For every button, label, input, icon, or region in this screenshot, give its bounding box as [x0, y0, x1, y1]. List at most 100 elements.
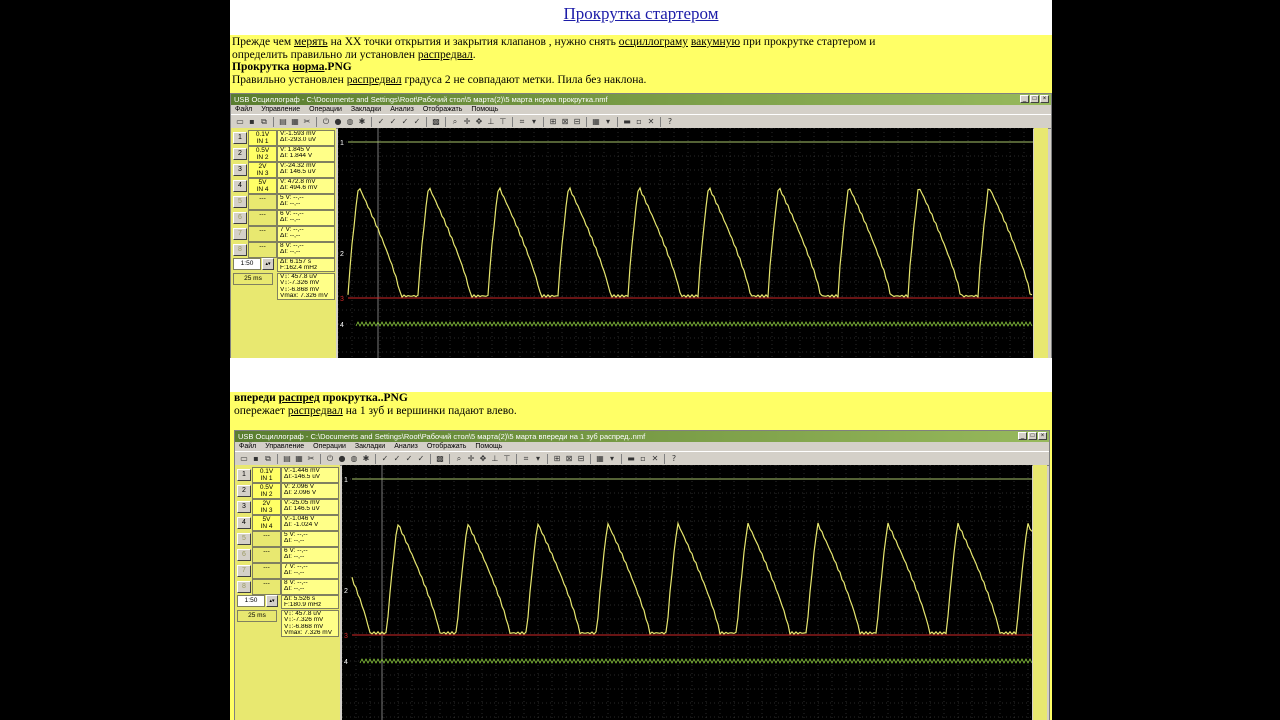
time-scale-spinner[interactable]: ▴▾ — [266, 595, 278, 607]
menu-item[interactable]: Отображать — [427, 442, 467, 451]
zoom-icon[interactable]: ⌕ — [450, 117, 460, 127]
channel-6-scale[interactable]: --- — [252, 547, 281, 563]
menu-item[interactable]: Помощь — [471, 105, 498, 114]
channel-3-button[interactable]: 3 — [233, 164, 247, 176]
channel-1-scale[interactable]: 0.1V IN 1 — [252, 467, 281, 483]
check-icon[interactable]: ✓ — [380, 454, 390, 464]
cut-icon[interactable]: ✂ — [306, 454, 316, 464]
channel-5-scale[interactable]: --- — [252, 531, 281, 547]
page-title-link[interactable]: Прокрутка стартером — [230, 4, 1052, 24]
scope-display[interactable]: 1 2 3 4 — [338, 128, 1033, 358]
cut-icon[interactable]: ✂ — [302, 117, 312, 127]
channel-5-scale[interactable]: --- — [248, 194, 277, 210]
menu-item[interactable]: Файл — [239, 442, 256, 451]
close-x-icon[interactable]: ✕ — [646, 117, 656, 127]
channel-4-scale[interactable]: 5V IN 4 — [252, 515, 281, 531]
menu-item[interactable]: Анализ — [390, 105, 414, 114]
channel-8-scale[interactable]: --- — [248, 242, 277, 258]
channel-5-button[interactable]: 5 — [237, 533, 251, 545]
check-icon[interactable]: ✓ — [376, 117, 386, 127]
stop-icon[interactable]: ⏻ — [321, 117, 331, 127]
minimize-button[interactable]: _ — [1018, 432, 1027, 440]
time-div-field[interactable]: 25 ms — [233, 273, 273, 285]
menu-item[interactable]: Закладки — [355, 442, 385, 451]
check2-icon[interactable]: ✓ — [388, 117, 398, 127]
channel-7-scale[interactable]: --- — [248, 226, 277, 242]
copy-icon[interactable]: ⧉ — [259, 117, 269, 127]
link-camshaft-3[interactable]: распредвал — [288, 405, 343, 417]
time-scale-field[interactable]: 1:50 — [237, 595, 265, 607]
link-oscillogram[interactable]: осциллограму — [619, 36, 688, 48]
channel-2-scale[interactable]: 0.5V IN 2 — [248, 146, 277, 162]
window-titlebar[interactable]: USB Осциллограф - C:\Documents and Setti… — [231, 94, 1051, 105]
cursor2-icon[interactable]: ⊤ — [502, 454, 512, 464]
marker-icon[interactable]: ⌗ — [517, 117, 527, 127]
dot-icon[interactable]: ● — [333, 117, 343, 127]
channel-7-scale[interactable]: --- — [252, 563, 281, 579]
stop-icon[interactable]: ⏻ — [325, 454, 335, 464]
menu-item[interactable]: Операции — [309, 105, 342, 114]
vertical-scrollbar[interactable] — [1034, 128, 1048, 358]
channel-6-button[interactable]: 6 — [237, 549, 251, 561]
channel-6-scale[interactable]: --- — [248, 210, 277, 226]
open-icon[interactable]: ▭ — [239, 454, 249, 464]
menu-item[interactable]: Операции — [313, 442, 346, 451]
channel-4-button[interactable]: 4 — [233, 180, 247, 192]
print-icon[interactable]: ▤ — [282, 454, 292, 464]
measure3-icon[interactable]: ⊟ — [576, 454, 586, 464]
channel-1-button[interactable]: 1 — [233, 132, 247, 144]
minimize-button[interactable]: _ — [1020, 95, 1029, 103]
window-titlebar[interactable]: USB Осциллограф - C:\Documents and Setti… — [235, 431, 1049, 442]
measure-icon[interactable]: ⊞ — [548, 117, 558, 127]
time-scale-field[interactable]: 1:50 — [233, 258, 261, 270]
link-camshaft-2[interactable]: распредвал — [347, 74, 402, 86]
menu-item[interactable]: Помощь — [475, 442, 502, 451]
channel-8-button[interactable]: 8 — [237, 581, 251, 593]
close-x-icon[interactable]: ✕ — [650, 454, 660, 464]
color-icon[interactable]: ▩ — [435, 454, 445, 464]
print-icon[interactable]: ▤ — [278, 117, 288, 127]
channel-3-button[interactable]: 3 — [237, 501, 251, 513]
channel-2-button[interactable]: 2 — [237, 485, 251, 497]
down2-icon[interactable]: ▾ — [603, 117, 613, 127]
settings-icon[interactable]: ✱ — [361, 454, 371, 464]
settings-icon[interactable]: ✱ — [357, 117, 367, 127]
grid-icon[interactable]: ▦ — [591, 117, 601, 127]
marker-icon[interactable]: ⌗ — [521, 454, 531, 464]
channel-4-scale[interactable]: 5V IN 4 — [248, 178, 277, 194]
move-icon[interactable]: ✥ — [478, 454, 488, 464]
channel-2-scale[interactable]: 0.5V IN 2 — [252, 483, 281, 499]
maximize-button[interactable]: □ — [1030, 95, 1039, 103]
channel-1-button[interactable]: 1 — [237, 469, 251, 481]
link-merit[interactable]: мерять — [294, 36, 328, 48]
cursor-icon[interactable]: ⊥ — [486, 117, 496, 127]
record-icon[interactable]: ◍ — [345, 117, 355, 127]
panel-icon[interactable]: ▬ — [626, 454, 636, 464]
channel-6-button[interactable]: 6 — [233, 212, 247, 224]
link-raspred[interactable]: распред — [279, 392, 320, 404]
cursor2-icon[interactable]: ⊤ — [498, 117, 508, 127]
record-icon[interactable]: ◍ — [349, 454, 359, 464]
channel-3-scale[interactable]: 2V IN 3 — [248, 162, 277, 178]
check3-icon[interactable]: ✓ — [400, 117, 410, 127]
link-norma[interactable]: норма — [292, 61, 324, 73]
time-scale-spinner[interactable]: ▴▾ — [262, 258, 274, 270]
menu-item[interactable]: Управление — [265, 442, 304, 451]
menu-item[interactable]: Отображать — [423, 105, 463, 114]
channel-5-button[interactable]: 5 — [233, 196, 247, 208]
channel-4-button[interactable]: 4 — [237, 517, 251, 529]
save-icon[interactable]: ▪ — [251, 454, 261, 464]
preview-icon[interactable]: ▦ — [290, 117, 300, 127]
channel-8-scale[interactable]: --- — [252, 579, 281, 595]
vertical-scrollbar[interactable] — [1033, 465, 1047, 720]
check2-icon[interactable]: ✓ — [392, 454, 402, 464]
check4-icon[interactable]: ✓ — [412, 117, 422, 127]
channel-7-button[interactable]: 7 — [233, 228, 247, 240]
close-button[interactable]: × — [1040, 95, 1049, 103]
maximize-button[interactable]: □ — [1028, 432, 1037, 440]
link-vacuum[interactable]: вакумную — [691, 36, 740, 48]
down-icon[interactable]: ▾ — [533, 454, 543, 464]
menu-item[interactable]: Управление — [261, 105, 300, 114]
channel-8-button[interactable]: 8 — [233, 244, 247, 256]
menu-item[interactable]: Файл — [235, 105, 252, 114]
